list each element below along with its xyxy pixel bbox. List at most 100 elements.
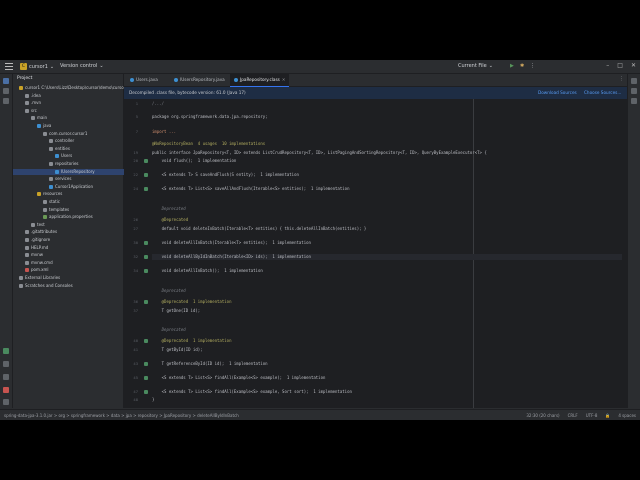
notifications-icon[interactable] — [3, 387, 9, 393]
folder-icon — [37, 124, 41, 128]
run-config-selector[interactable]: Current File ⌄ — [458, 63, 493, 69]
tree-item-label: templates — [49, 206, 70, 212]
code-line: @Deprecated — [152, 217, 189, 222]
tree-item[interactable]: main — [13, 115, 141, 122]
tree-item-label: com.cursor.cursor1 — [49, 130, 88, 136]
database-tool-icon[interactable] — [631, 88, 637, 94]
code-line: <S extends T> List<S> findAll(Example<S>… — [152, 375, 326, 380]
tree-item[interactable]: External Libraries — [13, 275, 129, 282]
more-tabs-icon[interactable]: ⋮ — [619, 76, 624, 82]
tree-item[interactable]: cursor1 C:\Users\Lizz\Desktop\cursor\dem… — [13, 85, 129, 92]
implemented-gutter-icon[interactable] — [144, 376, 148, 380]
more-actions-icon[interactable]: ⋮ — [530, 63, 535, 69]
implemented-gutter-icon[interactable] — [144, 269, 148, 273]
code-line: Deprecated — [152, 327, 186, 332]
minimize-button[interactable]: – — [606, 62, 609, 69]
code-line: T getOne(ID id); — [152, 308, 201, 313]
folder-icon — [43, 131, 47, 136]
breadcrumb[interactable]: spring-data-jpa-3.1.0.jar > org > spring… — [4, 413, 239, 418]
run-button[interactable]: ▶ — [510, 63, 514, 69]
code-editor[interactable]: 1 /.../ 5 package org.springframework.data.… — [124, 99, 628, 408]
maven-tool-icon[interactable] — [631, 98, 637, 104]
implemented-gutter-icon[interactable] — [144, 187, 148, 191]
tree-item[interactable]: mvnw.cmd — [13, 260, 135, 267]
maximize-button[interactable]: □ — [617, 62, 623, 69]
lock-icon[interactable]: 🔒 — [605, 413, 610, 418]
tree-item[interactable]: .gitattributes — [13, 229, 135, 236]
title-bar: C cursor1 ⌄ Version control ⌄ Current Fi… — [0, 60, 640, 74]
project-panel-title[interactable]: Project — [13, 74, 123, 84]
code-line: Deprecated — [152, 288, 186, 293]
code-line: <S extends T> S saveAndFlush(S entity); … — [152, 172, 299, 177]
folder-icon — [43, 207, 47, 212]
project-name: cursor1 — [29, 63, 48, 70]
implemented-gutter-icon[interactable] — [144, 339, 148, 343]
editor-tabs: Users.java IUsersRepository.java JpaRepo… — [124, 74, 628, 87]
implemented-gutter-icon[interactable] — [144, 159, 148, 163]
tree-item[interactable]: src — [13, 108, 135, 115]
tree-item-label: test — [37, 221, 45, 227]
tree-item-label: entities — [55, 145, 70, 151]
implemented-gutter-icon[interactable] — [144, 362, 148, 366]
interface-icon — [234, 78, 238, 82]
problems-tool-icon[interactable] — [3, 374, 9, 380]
tab-users-java[interactable]: Users.java — [126, 74, 162, 86]
tree-item-label: Users — [61, 153, 73, 159]
file-encoding[interactable]: UTF-8 — [586, 413, 598, 418]
close-tab-icon[interactable]: ✕ — [282, 74, 286, 86]
tab-label: JpaRepository.class — [240, 77, 280, 82]
close-button[interactable]: ✕ — [631, 62, 636, 69]
code-line: void flush(); 1 implementation — [152, 158, 237, 163]
git-tool-icon[interactable] — [3, 399, 9, 405]
caret-position[interactable]: 32:30 (20 chars) — [526, 413, 559, 418]
line-number: 32 — [133, 254, 138, 259]
line-number: 7 — [135, 129, 138, 134]
line-separator[interactable]: CRLF — [568, 413, 578, 418]
folder-icon — [37, 192, 41, 197]
code-line: import ... — [152, 129, 177, 134]
run-config-label: Current File — [458, 63, 487, 69]
main-menu-icon[interactable] — [5, 63, 13, 70]
download-sources-link[interactable]: Download Sources — [538, 90, 577, 95]
line-number: 37 — [133, 308, 138, 313]
implemented-gutter-icon[interactable] — [144, 241, 148, 245]
terminal-tool-icon[interactable] — [3, 361, 9, 367]
tree-item[interactable]: HELP.md — [13, 245, 135, 252]
structure-tool-icon[interactable] — [3, 98, 9, 104]
notifications-tool-icon[interactable] — [631, 78, 637, 84]
implemented-gutter-icon[interactable] — [144, 390, 148, 394]
folder-icon — [31, 116, 35, 121]
tree-item[interactable]: mvnw — [13, 252, 135, 259]
vcs-selector[interactable]: Version control ⌄ — [60, 63, 104, 69]
choose-sources-link[interactable]: Choose Sources... — [584, 90, 621, 95]
tree-item[interactable]: .idea — [13, 93, 135, 100]
code-line: Deprecated — [152, 206, 186, 211]
tree-item[interactable]: pom.xml — [13, 267, 135, 274]
commit-tool-icon[interactable] — [3, 88, 9, 94]
implemented-gutter-icon[interactable] — [144, 173, 148, 177]
tree-item[interactable]: Scratches and Consoles — [13, 283, 129, 290]
line-number: 19 — [133, 150, 138, 155]
project-selector[interactable]: C cursor1 ⌄ — [20, 63, 54, 70]
tree-item[interactable]: test — [13, 222, 141, 229]
code-line: default void deleteInBatch(Iterable<T> e… — [152, 226, 367, 231]
code-line: <S extends T> List<S> saveAllAndFlush(It… — [152, 186, 350, 191]
project-tool-icon[interactable] — [3, 78, 9, 84]
services-tool-icon[interactable] — [3, 348, 9, 354]
tree-item[interactable]: .mvn — [13, 100, 135, 107]
folder-icon — [49, 162, 53, 166]
tab-iusersrepository-java[interactable]: IUsersRepository.java — [170, 74, 229, 86]
debug-icon[interactable]: ✱ — [520, 63, 524, 69]
tree-item-label: repositories — [55, 161, 79, 166]
folder-icon — [25, 238, 29, 242]
indent-setting[interactable]: 4 spaces — [618, 413, 636, 418]
code-line: T getById(ID id); — [152, 347, 203, 352]
tree-item[interactable]: .gitignore — [13, 237, 135, 244]
folder-icon — [25, 260, 29, 265]
folder-icon — [25, 108, 29, 113]
implemented-gutter-icon[interactable] — [144, 300, 148, 304]
left-tool-strip — [0, 74, 13, 408]
code-line: /.../ — [152, 101, 165, 106]
tab-jparepository-class[interactable]: JpaRepository.class ✕ — [230, 74, 290, 87]
implemented-gutter-icon[interactable] — [144, 255, 148, 259]
